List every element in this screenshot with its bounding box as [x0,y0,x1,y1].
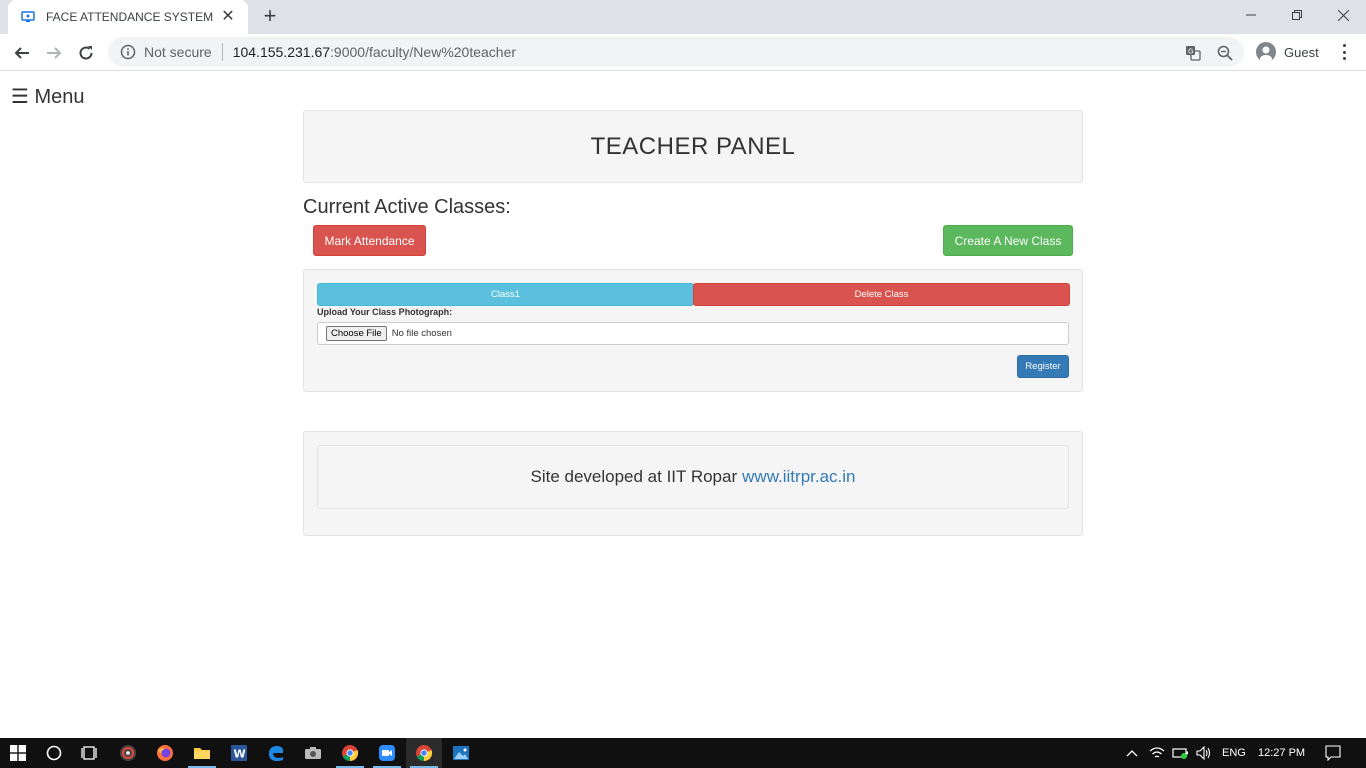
edge-icon[interactable] [258,738,294,768]
delete-class-button[interactable]: Delete Class [693,283,1070,306]
minimize-icon[interactable] [1228,0,1274,30]
url-path: :9000/faculty/New%20teacher [330,44,517,60]
profile-label: Guest [1284,44,1319,60]
task-view-icon[interactable] [72,738,108,768]
file-explorer-icon[interactable] [184,738,220,768]
security-label: Not secure [144,44,212,60]
tray-chevron-icon[interactable] [1120,738,1144,768]
url-host: 104.155.231.67 [232,44,331,60]
upload-label: Upload Your Class Photograph: [317,307,453,317]
photo-file-input[interactable]: Choose File No file chosen [317,322,1069,345]
new-tab-icon[interactable]: + [258,5,282,29]
profile-button[interactable]: Guest [1252,38,1326,66]
register-button[interactable]: Register [1017,355,1069,378]
start-icon[interactable] [0,738,36,768]
zoom-icon[interactable] [369,738,405,768]
page-title: TEACHER PANEL [590,132,796,160]
menu-toggle[interactable]: ☰ Menu [11,84,85,109]
word-icon[interactable]: W [221,738,257,768]
media-app-icon[interactable] [110,738,146,768]
taskbar: W ENG 12:27 PM [0,738,1366,768]
browser-tab[interactable]: FACE ATTENDANCE SYSTEM ✕ [8,0,248,34]
language-indicator[interactable]: ENG [1222,738,1246,768]
zoom-out-icon[interactable] [1216,44,1234,62]
footer-link[interactable]: www.iitrpr.ac.in [742,467,855,487]
create-class-button[interactable]: Create A New Class [943,225,1073,256]
notifications-icon[interactable] [1318,738,1348,768]
choose-file-button[interactable]: Choose File [326,326,387,341]
chrome-icon[interactable] [332,738,368,768]
volume-icon[interactable] [1193,738,1215,768]
address-bar[interactable]: Not secure 104.155.231.67:9000/faculty/N… [108,37,1244,67]
browser-menu-icon[interactable] [1336,42,1352,62]
class-name-button[interactable]: Class1 [317,283,694,306]
wifi-icon[interactable] [1146,738,1168,768]
file-status-text: No file chosen [391,328,452,339]
tab-close-icon[interactable]: ✕ [220,9,236,25]
section-title: Current Active Classes: [303,196,511,218]
camera-app-icon[interactable] [295,738,331,768]
translate-icon[interactable]: G [1184,44,1202,62]
svg-text:G: G [1188,48,1193,56]
panel-header: TEACHER PANEL [303,110,1083,183]
class-card: Class1 Delete Class Upload Your Class Ph… [303,269,1083,392]
tab-favicon-icon [20,9,36,25]
restore-icon[interactable] [1274,0,1320,30]
url-text: 104.155.231.67:9000/faculty/New%20teache… [233,44,516,60]
clock[interactable]: 12:27 PM [1258,738,1305,768]
mark-attendance-button[interactable]: Mark Attendance [313,225,426,256]
footer-inner: Site developed at IIT Ropar www.iitrpr.a… [317,445,1069,509]
footer-text: Site developed at IIT Ropar [530,467,738,486]
info-icon[interactable] [120,44,136,60]
search-icon[interactable] [36,738,72,768]
svg-text:W: W [234,748,246,761]
reload-icon[interactable] [72,39,100,67]
omnibox-divider [221,43,223,61]
battery-icon[interactable] [1170,738,1192,768]
back-icon[interactable] [8,39,36,67]
avatar-icon [1256,42,1276,62]
browser-toolbar: Not secure 104.155.231.67:9000/faculty/N… [0,34,1366,71]
tab-title: FACE ATTENDANCE SYSTEM [46,10,214,24]
close-window-icon[interactable] [1320,0,1366,30]
firefox-icon[interactable] [147,738,183,768]
forward-icon[interactable] [40,39,68,67]
browser-tab-strip: FACE ATTENDANCE SYSTEM ✕ + [0,0,1366,34]
photos-icon[interactable] [443,738,479,768]
footer: Site developed at IIT Ropar www.iitrpr.a… [303,431,1083,536]
chrome-active-icon[interactable] [406,738,442,768]
